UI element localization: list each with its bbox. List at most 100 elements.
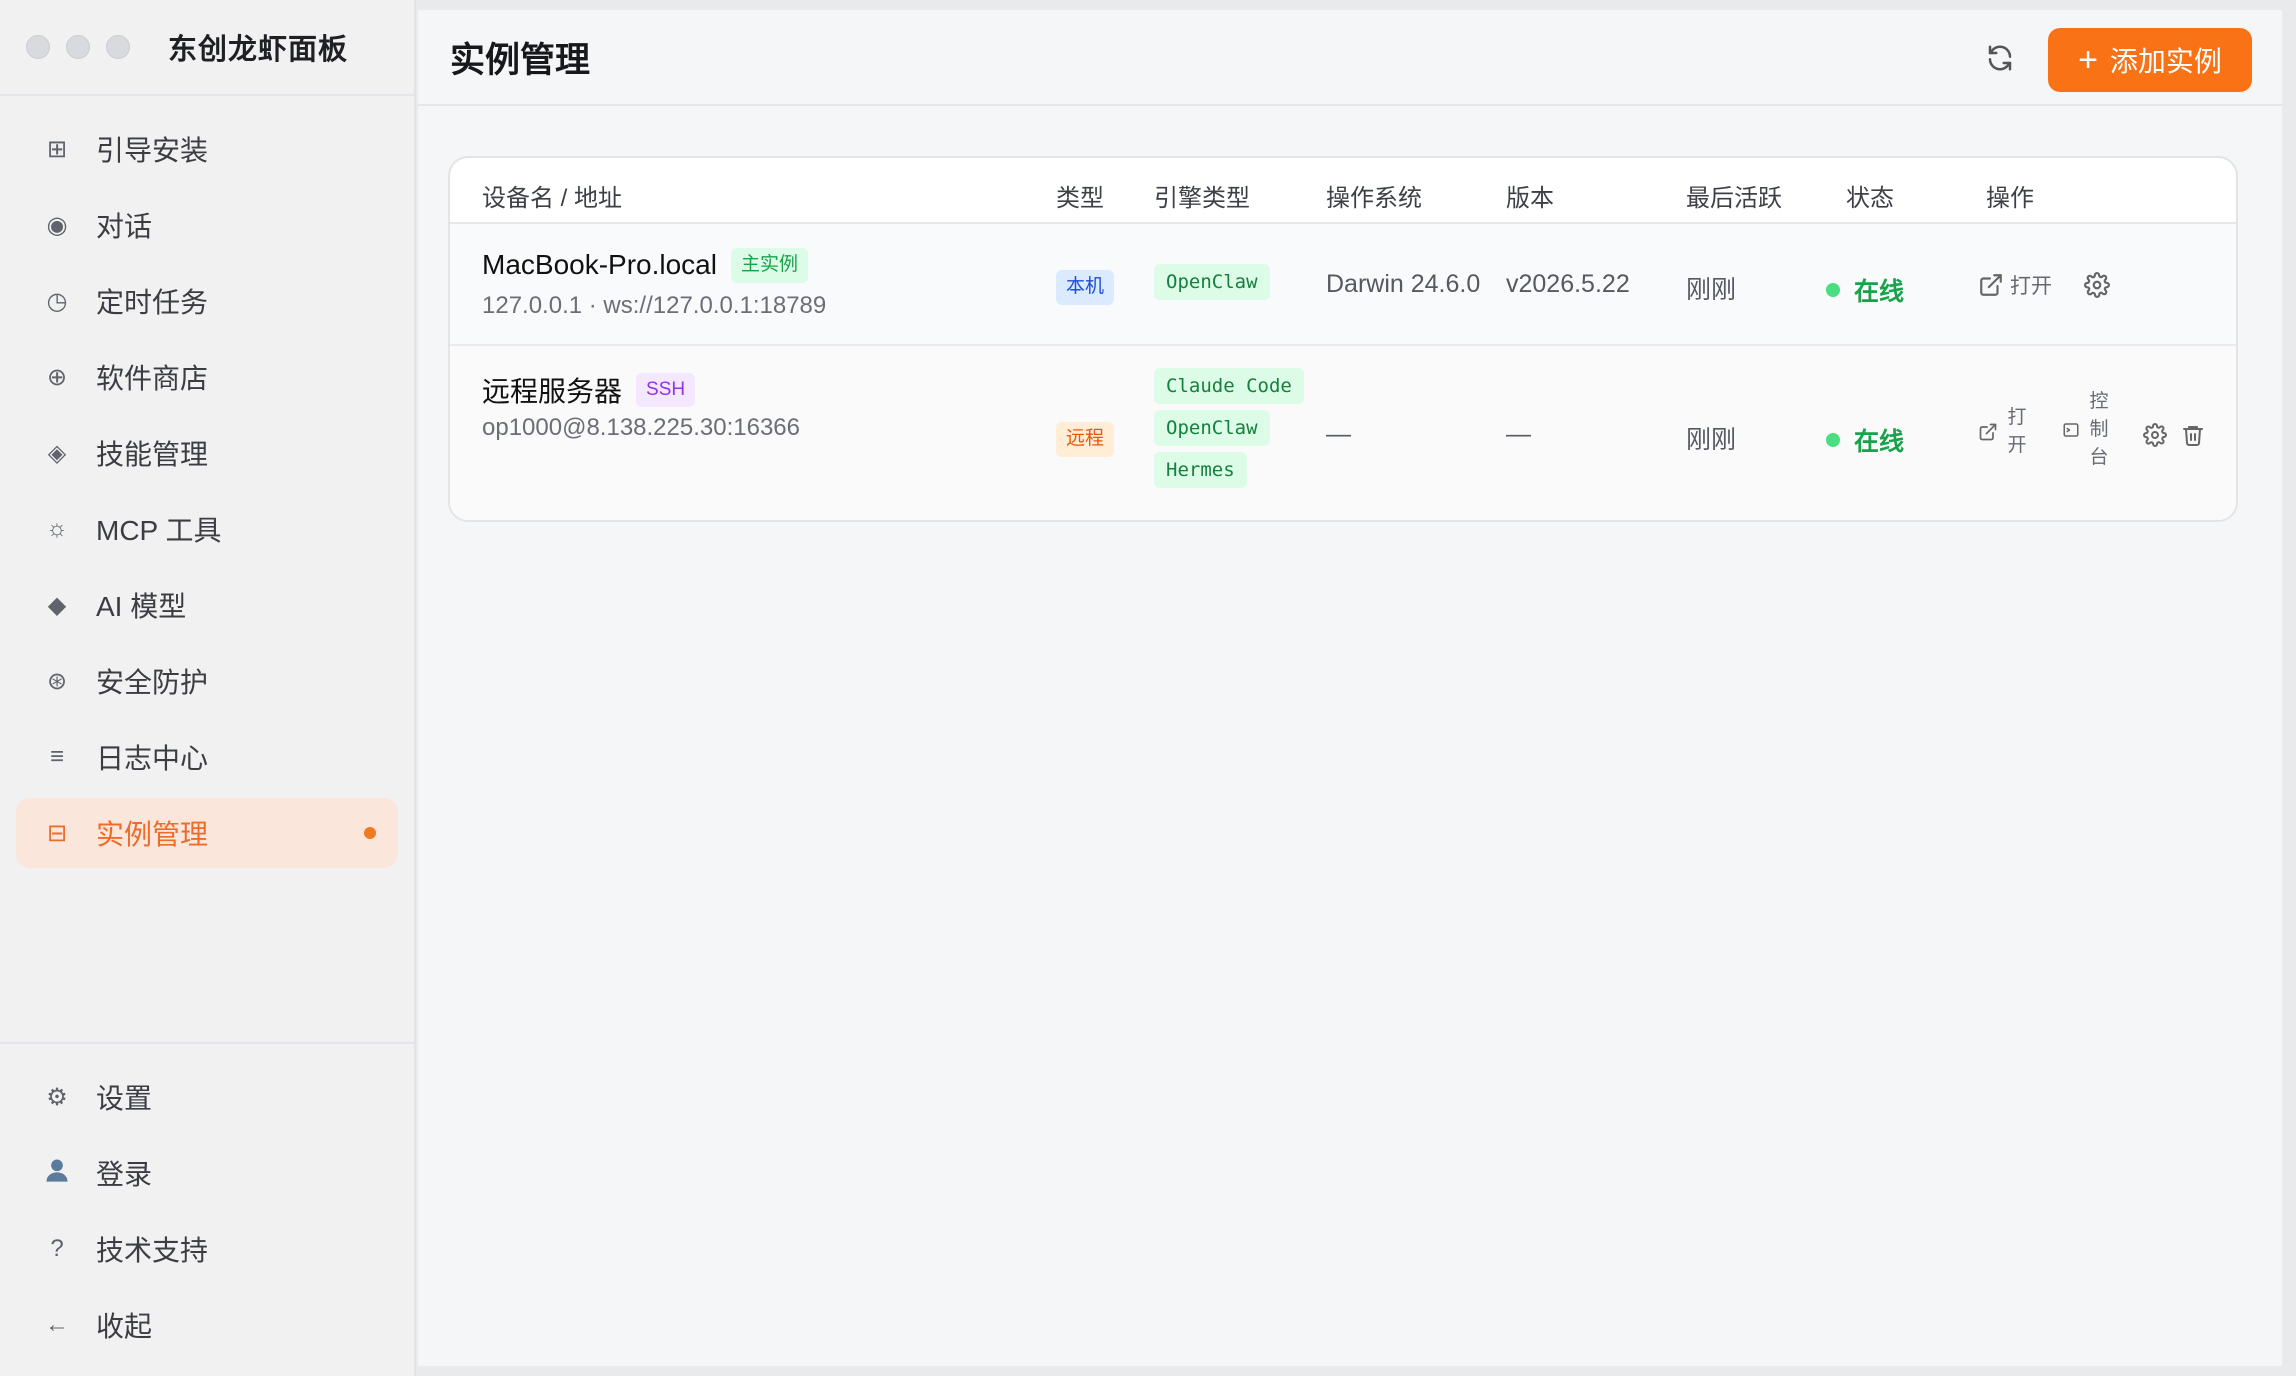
sidebar: 东创龙虾面板 ⊞ 引导安装 ◉ 对话 ◷ 定时任务 ⊕ 软件商店 ◈ 技能管理 … (0, 0, 416, 1376)
status-dot (1826, 283, 1840, 297)
device-address: 127.0.0.1 · ws://127.0.0.1:18789 (482, 292, 827, 319)
sidebar-item-collapse[interactable]: ← 收起 (16, 1290, 398, 1360)
external-link-icon (1979, 423, 1997, 441)
sidebar-item-support[interactable]: ? 技术支持 (16, 1214, 398, 1284)
terminal-icon (2063, 423, 2079, 437)
gear-icon (2143, 423, 2167, 447)
main-content: 实例管理 + 添加实例 设备名 / 地址 类型 引擎类型 操作系统 版本 最后活… (418, 10, 2282, 1366)
column-header-version: 版本 (1506, 185, 1554, 212)
sidebar-item-logs[interactable]: ≡ 日志中心 (16, 722, 398, 792)
sidebar-item-settings[interactable]: ⚙ 设置 (16, 1062, 398, 1132)
status-online: 在线 (1826, 272, 1904, 308)
table-row[interactable]: MacBook-Pro.local 主实例 127.0.0.1 · ws://1… (450, 224, 2236, 346)
app-title: 东创龙虾面板 (168, 34, 349, 66)
trash-icon (2183, 426, 2203, 446)
window-zoom-button[interactable] (106, 35, 130, 59)
sidebar-item-ai-models[interactable]: ◆ AI 模型 (16, 570, 398, 640)
open-label-char: 开 (2007, 435, 2027, 456)
add-instance-button[interactable]: + 添加实例 (2048, 28, 2252, 92)
sidebar-item-label: 实例管理 (96, 819, 209, 850)
sidebar-item-login[interactable]: 登录 (16, 1138, 398, 1208)
engine-badge-openclaw: OpenClaw (1154, 410, 1270, 446)
instance-icon: ⊟ (46, 819, 68, 847)
open-button[interactable]: 打 开 (1978, 404, 2028, 460)
status-label: 在线 (1854, 278, 1905, 306)
sidebar-item-label: 日志中心 (96, 743, 209, 774)
arrow-left-icon: ← (45, 1311, 69, 1338)
sidebar-item-guide-install[interactable]: ⊞ 引导安装 (16, 114, 398, 184)
sidebar-item-label: 登录 (96, 1159, 153, 1190)
last-active-value: 刚刚 (1686, 276, 1737, 304)
sidebar-item-label: MCP 工具 (96, 515, 222, 546)
last-active-value: 刚刚 (1686, 426, 1737, 454)
shield-asterisk-icon: ⊛ (46, 667, 68, 695)
engine-badge-hermes: Hermes (1154, 452, 1247, 488)
engine-badge-openclaw: OpenClaw (1154, 264, 1270, 300)
sidebar-item-security[interactable]: ⊛ 安全防护 (16, 646, 398, 716)
status-label: 在线 (1854, 428, 1905, 456)
version-value: — (1506, 420, 1531, 448)
add-instance-label: 添加实例 (2109, 46, 2222, 77)
sun-gear-icon: ☼ (46, 515, 68, 542)
console-label-char: 制 (2089, 419, 2109, 440)
settings-button[interactable] (2140, 420, 2170, 450)
column-header-engine: 引擎类型 (1154, 185, 1250, 212)
console-label-char: 台 (2089, 447, 2109, 468)
gear-icon: ⚙ (46, 1083, 68, 1111)
sidebar-item-instances[interactable]: ⊟ 实例管理 (16, 798, 398, 868)
sidebar-nav: ⊞ 引导安装 ◉ 对话 ◷ 定时任务 ⊕ 软件商店 ◈ 技能管理 ☼ MCP 工… (0, 96, 414, 868)
device-name: 远程服务器 (482, 376, 623, 407)
plus-circle-icon: ⊕ (46, 363, 68, 391)
page-header: 实例管理 + 添加实例 (418, 10, 2282, 106)
lines-icon: ≡ (49, 743, 64, 770)
table-row[interactable]: 远程服务器 SSH op1000@8.138.225.30:16366 远程 C… (450, 346, 2236, 520)
plus-icon: + (2078, 40, 2098, 79)
table-header: 设备名 / 地址 类型 引擎类型 操作系统 版本 最后活跃 状态 操作 (450, 158, 2236, 224)
sidebar-item-label: AI 模型 (96, 591, 187, 622)
title-bar: 东创龙虾面板 (0, 0, 414, 96)
column-header-type: 类型 (1056, 185, 1104, 212)
sidebar-item-label: 技能管理 (96, 439, 209, 470)
delete-button[interactable] (2178, 420, 2208, 450)
page-title: 实例管理 (450, 40, 591, 80)
engine-badge-claude-code: Claude Code (1154, 368, 1304, 404)
status-online: 在线 (1826, 422, 1904, 458)
sidebar-item-chat[interactable]: ◉ 对话 (16, 190, 398, 260)
clock-icon: ◷ (46, 287, 68, 315)
window-minimize-button[interactable] (66, 35, 90, 59)
primary-instance-badge: 主实例 (730, 248, 808, 283)
os-value: Darwin 24.6.0 (1326, 270, 1481, 298)
sidebar-bottom: ⚙ 设置 登录 ? 技术支持 ← 收起 (0, 1042, 414, 1366)
sidebar-item-label: 设置 (96, 1083, 153, 1114)
active-indicator-dot (364, 827, 376, 839)
column-header-actions: 操作 (1986, 185, 2034, 212)
sidebar-item-mcp-tools[interactable]: ☼ MCP 工具 (16, 494, 398, 564)
settings-button[interactable] (2082, 270, 2112, 300)
gear-icon (2084, 272, 2110, 298)
sidebar-item-scheduled-tasks[interactable]: ◷ 定时任务 (16, 266, 398, 336)
sidebar-item-label: 对话 (96, 211, 153, 242)
sidebar-item-software-store[interactable]: ⊕ 软件商店 (16, 342, 398, 412)
column-header-last-active: 最后活跃 (1686, 185, 1782, 212)
open-button[interactable]: 打开 (1978, 270, 2052, 300)
sidebar-item-label: 引导安装 (96, 135, 209, 166)
console-label-char: 控 (2089, 391, 2109, 412)
column-header-device: 设备名 / 地址 (482, 185, 623, 212)
column-header-status: 状态 (1846, 185, 1894, 212)
console-button[interactable]: 控 制 台 (2062, 388, 2110, 472)
sidebar-item-label: 技术支持 (96, 1235, 209, 1266)
column-header-os: 操作系统 (1326, 185, 1422, 212)
refresh-button[interactable] (1980, 38, 2020, 78)
sidebar-item-skills[interactable]: ◈ 技能管理 (16, 418, 398, 488)
instances-table: 设备名 / 地址 类型 引擎类型 操作系统 版本 最后活跃 状态 操作 MacB… (448, 156, 2238, 522)
version-value: v2026.5.22 (1506, 270, 1630, 298)
type-badge-local: 本机 (1056, 270, 1115, 305)
device-name: MacBook-Pro.local (482, 249, 717, 281)
refresh-icon (1988, 45, 2012, 71)
window-close-button[interactable] (26, 35, 50, 59)
diamond-outline-icon: ◈ (47, 439, 67, 467)
question-icon: ? (50, 1235, 64, 1262)
sidebar-item-label: 软件商店 (96, 363, 209, 394)
sidebar-item-label: 定时任务 (96, 287, 209, 318)
external-link-icon (1980, 274, 2002, 296)
